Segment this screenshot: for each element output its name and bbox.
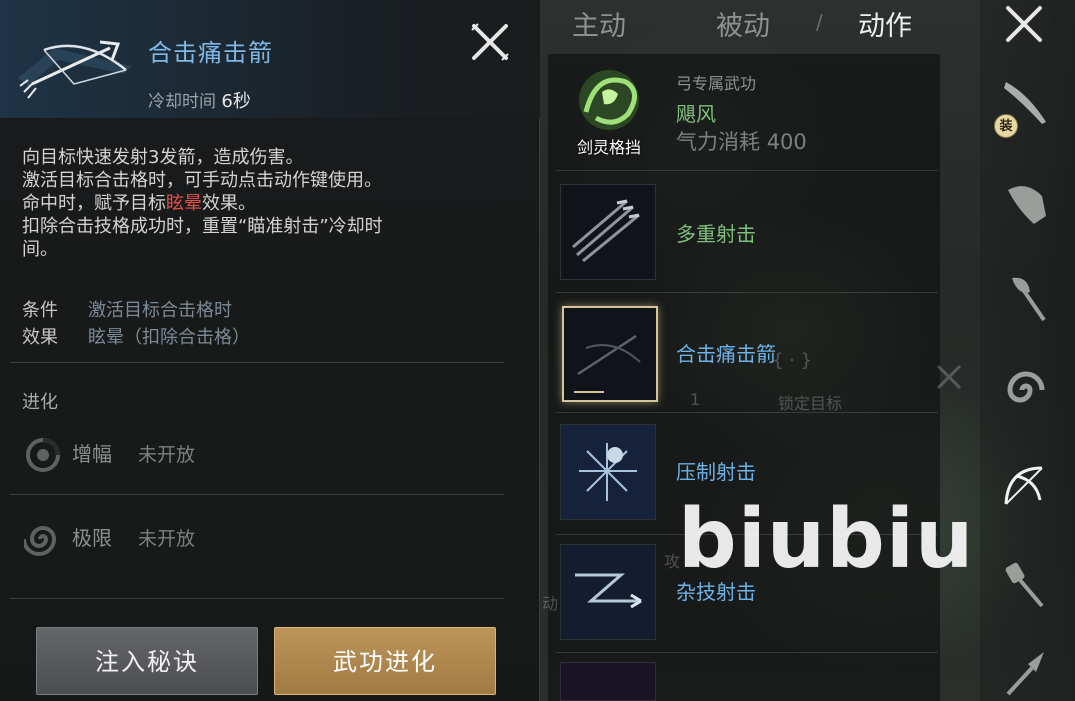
multi-arrow-icon (572, 199, 640, 263)
divider (10, 362, 504, 363)
row-separator (556, 412, 938, 413)
swirl-icon (26, 437, 61, 472)
crossbow-arrow-icon (18, 40, 132, 99)
inject-secret-button[interactable]: 注入秘诀 (36, 627, 258, 695)
condition-value: 激活目标合击格时 (88, 300, 232, 321)
row-separator (556, 652, 938, 653)
ghost-number: 1 (690, 390, 701, 409)
divider (10, 494, 504, 495)
spear-icon[interactable] (998, 644, 1054, 700)
ghost-dong: 动 (542, 594, 559, 613)
crossbow-icon (574, 334, 641, 393)
evolution-state: 未开放 (138, 528, 196, 550)
effect-key: 效果 (22, 327, 58, 348)
desc-line: 向目标快速发射3发箭，造成伤害。 (22, 147, 304, 168)
effect-value: 眩晕（扣除合击格） (88, 327, 250, 348)
gauntlet-icon[interactable] (998, 176, 1054, 232)
suppress-shot-skill-icon[interactable] (560, 424, 656, 520)
weapon-exclusive-label: 弓专属武功 (676, 74, 757, 93)
desc-text: 命中时，赋予目标 (22, 193, 166, 214)
evolution-name: 增幅 (72, 442, 112, 466)
mace-icon[interactable] (998, 556, 1054, 612)
stamina-label: 气力消耗 (676, 130, 760, 154)
evolution-row-amplify[interactable]: 增幅 未开放 (22, 422, 504, 484)
cooldown-value: 6秒 (221, 91, 251, 112)
burst-arrows-icon (579, 443, 637, 501)
spiral-icon (24, 526, 57, 556)
close-icon[interactable] (1000, 0, 1048, 48)
desc-line: 命中时，赋予目标眩晕效果。 (22, 192, 517, 215)
row-separator (556, 170, 938, 171)
stamina-cost: 气力消耗 400 (676, 126, 807, 156)
skill-description: 向目标快速发射3发箭，造成伤害。 激活目标合击格时，可手动点击动作键使用。 命中… (22, 146, 517, 261)
desc-line: 激活目标合击格时，可手动点击动作键使用。 (22, 170, 382, 191)
desc-line: 间。 (22, 239, 58, 260)
skill-evolve-button[interactable]: 武功进化 (274, 627, 496, 695)
condition-row: 条件 激活目标合击格时 (22, 296, 232, 322)
bow-icon[interactable] (996, 458, 1052, 514)
desc-line: 扣除合击技格成功时，重置“瞄准射击”冷却时 (22, 216, 383, 237)
evolution-state: 未开放 (138, 444, 196, 466)
evolution-title: 进化 (22, 392, 58, 413)
stamina-value: 400 (766, 130, 807, 154)
partial-skill-icon[interactable] (560, 662, 656, 701)
spiral-orb-icon[interactable] (998, 362, 1054, 418)
condition-key: 条件 (22, 300, 58, 321)
watermark: biubiu (678, 492, 975, 587)
skill-name-combo-strike-arrow[interactable]: 合击痛击箭 (676, 338, 776, 367)
skill-name-suppress-shot[interactable]: 压制射击 (676, 456, 756, 485)
divider (10, 598, 504, 599)
evolution-name: 极限 (72, 526, 112, 550)
tab-active-skill[interactable]: 主动 (572, 4, 626, 43)
equip-badge: 装 (994, 114, 1018, 138)
axe-icon[interactable] (998, 270, 1054, 326)
desc-text: 效果。 (202, 193, 256, 214)
tab-action[interactable]: 动作 (858, 4, 912, 43)
cooldown-text: 冷却时间 6秒 (148, 87, 251, 113)
row-separator (556, 292, 938, 293)
close-icon[interactable] (468, 20, 512, 64)
ghost-brackets: { · } (772, 350, 813, 371)
weapon-skill-name[interactable]: 飓风 (676, 98, 716, 127)
jade-dragon-icon (579, 70, 639, 130)
acrobatic-shot-skill-icon[interactable] (560, 544, 656, 640)
effect-row: 效果 眩晕（扣除合击格） (22, 323, 250, 349)
sword-spirit-parry-label: 剑灵格挡 (576, 138, 641, 157)
zigzag-arrow-icon (575, 573, 642, 609)
stun-keyword[interactable]: 眩晕 (166, 193, 202, 214)
ghost-lock-target: 锁定目标 (778, 394, 843, 413)
skill-name-multi-shot[interactable]: 多重射击 (676, 218, 756, 247)
cooldown-label: 冷却时间 (148, 92, 216, 112)
tab-separator: / (816, 10, 823, 34)
combo-strike-arrow-skill-icon[interactable] (562, 306, 658, 402)
multi-shot-skill-icon[interactable] (560, 184, 656, 280)
skill-title: 合击痛击箭 (148, 39, 273, 67)
tab-passive-skill[interactable]: 被动 (716, 4, 770, 43)
ghost-close-icon (936, 364, 962, 390)
skill-detail-panel: 合击痛击箭 冷却时间 6秒 向目标快速发射3发箭，造成伤害。 激活目标合击格时，… (0, 0, 540, 701)
evolution-row-limit[interactable]: 极限 未开放 (22, 506, 504, 568)
